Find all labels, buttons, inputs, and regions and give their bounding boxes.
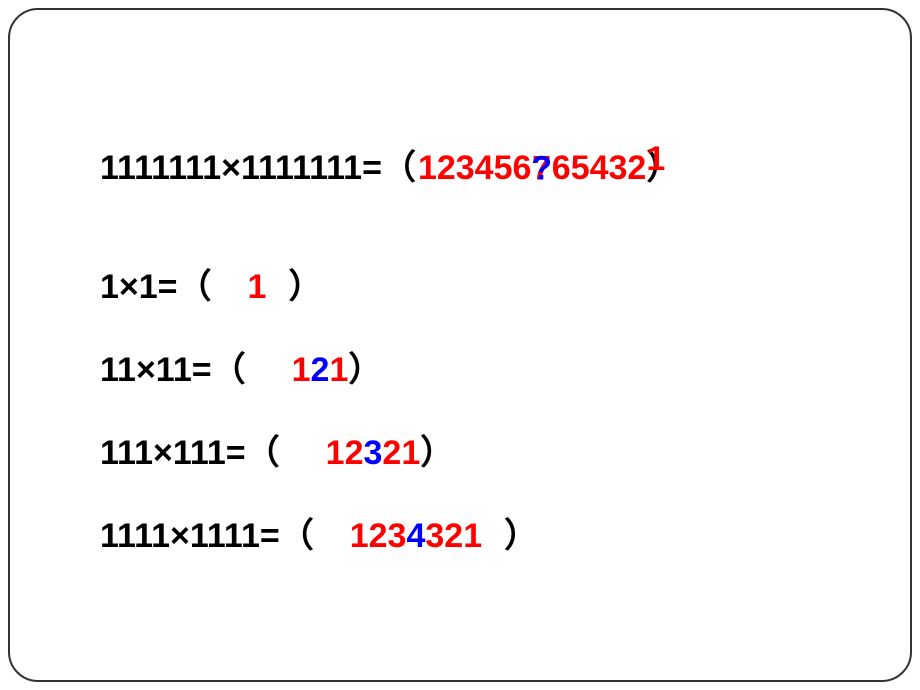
answer-prefix: 123456 (418, 149, 531, 188)
answer-suffix: 65432 (552, 149, 647, 188)
close-stack: 1 ） (646, 140, 680, 189)
close-paren: ） (348, 342, 384, 391)
open-paren: （ (178, 259, 214, 308)
equation-row-2: 1×1= （ 1 ） (100, 259, 860, 308)
close-paren: ） (288, 259, 324, 308)
answer: 1 (248, 268, 267, 307)
answer-part-1: 1 (292, 351, 311, 390)
answer-part-2: 321 (425, 517, 482, 556)
close-paren: ） (504, 508, 540, 557)
equation-label: 1111111×1111111= (100, 149, 382, 188)
equation-label: 111×111= (100, 434, 246, 473)
open-paren: （ (212, 342, 248, 391)
answer-part-1: 123 (350, 517, 407, 556)
answer-middle: 4 (406, 517, 425, 556)
answer-part-2: 21 (382, 434, 420, 473)
answer-group: 123456 7 ? 0 65432 1 ） (418, 140, 680, 189)
open-paren: （ (246, 425, 282, 474)
equation-label: 11×11= (100, 351, 212, 390)
answer-part-1: 12 (326, 434, 364, 473)
answer-part-2: 1 (329, 351, 348, 390)
equation-row-4: 111×111= （ 12 3 21 ） (100, 425, 860, 474)
equation-row-3: 11×11= （ 1 2 1 ） (100, 342, 860, 391)
middle-digit-stack: 7 ? 0 (531, 149, 551, 188)
open-paren: （ (382, 140, 418, 189)
close-paren: ） (420, 425, 456, 474)
content-area: 1111111×1111111= （ 123456 7 ? 0 65432 1 … (100, 140, 860, 557)
answer-middle: 3 (364, 434, 383, 473)
open-paren: （ (280, 508, 316, 557)
answer-mid-over: ? (531, 149, 552, 188)
equation-label: 1111×1111= (100, 517, 280, 556)
answer-middle: 2 (311, 351, 330, 390)
answer-last: 1 (646, 140, 665, 179)
equation-label: 1×1= (100, 268, 178, 307)
equation-row-1: 1111111×1111111= （ 123456 7 ? 0 65432 1 … (100, 140, 860, 189)
equation-row-5: 1111×1111= （ 123 4 321 ） (100, 508, 860, 557)
